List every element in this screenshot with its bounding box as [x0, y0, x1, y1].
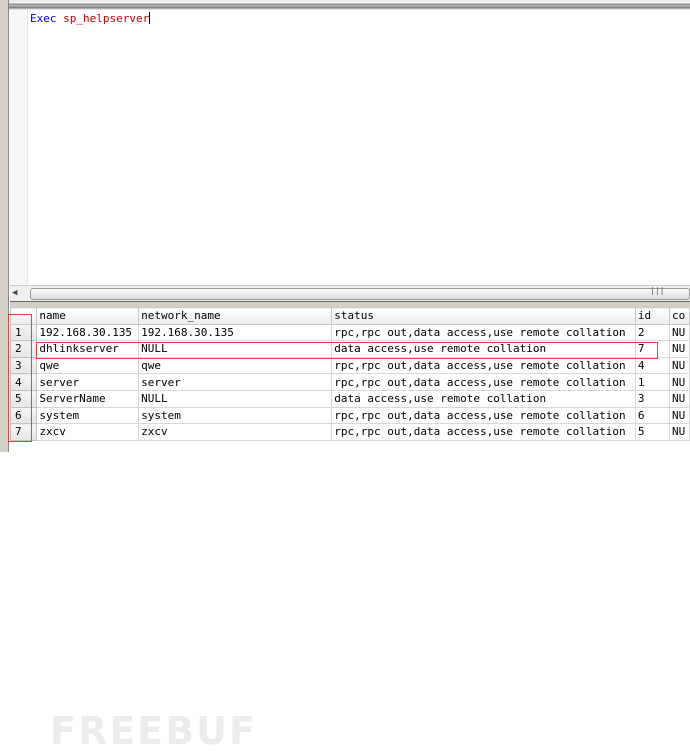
cell-status[interactable]: rpc,rpc out,data access,use remote colla…: [331, 406, 636, 425]
cell-id[interactable]: 7: [634, 340, 671, 358]
row-number[interactable]: 2: [9, 340, 38, 358]
cell-name[interactable]: server: [36, 373, 140, 391]
cell-network-name[interactable]: NULL: [138, 389, 333, 408]
watermark-logo: FREEBUF: [50, 709, 257, 753]
cell-network-name[interactable]: 192.168.30.135: [138, 323, 333, 342]
cell-name[interactable]: 192.168.30.135: [36, 323, 140, 342]
cell-network-name[interactable]: server: [138, 373, 333, 391]
horizontal-scrollbar[interactable]: ◀ |||: [10, 285, 690, 301]
cell-network-name[interactable]: system: [138, 406, 333, 425]
grip-icon: |||: [650, 286, 665, 295]
cell-co[interactable]: NU: [669, 373, 690, 391]
column-header-collation[interactable]: co: [669, 307, 690, 325]
column-header-network-name[interactable]: network_name: [138, 307, 333, 325]
cell-co[interactable]: NU: [669, 340, 690, 358]
cell-name[interactable]: ServerName: [36, 389, 140, 408]
table-row[interactable]: 2 dhlinkserver NULL data access,use remote …: [9, 340, 690, 358]
cell-network-name[interactable]: NULL: [138, 340, 333, 358]
cell-co[interactable]: NU: [669, 323, 690, 342]
cell-id[interactable]: 4: [634, 356, 671, 375]
row-number[interactable]: 5: [9, 389, 38, 408]
window-edge: [0, 0, 9, 452]
row-number[interactable]: 7: [9, 423, 38, 441]
cell-network-name[interactable]: zxcv: [138, 423, 333, 441]
scroll-left-icon[interactable]: ◀: [12, 288, 17, 298]
row-number[interactable]: 3: [9, 356, 38, 375]
column-header-name[interactable]: name: [36, 307, 140, 325]
cell-status[interactable]: data access,use remote collation: [331, 340, 636, 358]
exec-keyword: Exec: [30, 12, 57, 25]
cell-name[interactable]: dhlinkserver: [36, 340, 140, 358]
cell-status[interactable]: rpc,rpc out,data access,use remote colla…: [331, 356, 636, 375]
cell-name[interactable]: qwe: [36, 356, 140, 375]
corner-cell[interactable]: [9, 307, 38, 325]
scrollbar-thumb[interactable]: [30, 288, 690, 300]
cell-id[interactable]: 1: [634, 373, 671, 391]
cell-co[interactable]: NU: [669, 406, 690, 425]
row-number[interactable]: 1: [9, 323, 38, 342]
row-number[interactable]: 6: [9, 406, 38, 425]
cell-status[interactable]: rpc,rpc out,data access,use remote colla…: [331, 423, 636, 441]
cell-status[interactable]: rpc,rpc out,data access,use remote colla…: [331, 323, 636, 342]
cell-status[interactable]: rpc,rpc out,data access,use remote colla…: [331, 373, 636, 391]
results-grid[interactable]: name network_name status id co 1 192.168.…: [9, 307, 690, 753]
cell-id[interactable]: 2: [634, 323, 671, 342]
query-text[interactable]: Exec sp_helpserver: [30, 12, 151, 25]
editor-gutter: [10, 10, 28, 285]
cell-name[interactable]: zxcv: [36, 423, 140, 441]
header-row: name network_name status id co: [9, 307, 690, 325]
cell-co[interactable]: NU: [669, 356, 690, 375]
cell-id[interactable]: 3: [634, 389, 671, 408]
cell-id[interactable]: 6: [634, 406, 671, 425]
query-editor[interactable]: Exec sp_helpserver: [10, 10, 690, 285]
row-number[interactable]: 4: [9, 373, 38, 391]
table-row[interactable]: 4 server server rpc,rpc out,data access,use…: [9, 373, 690, 391]
table-row[interactable]: 3 qwe qwe rpc,rpc out,data access,use remot…: [9, 356, 690, 375]
cell-co[interactable]: NU: [669, 389, 690, 408]
toolbar-edge: [9, 0, 690, 10]
cell-id[interactable]: 5: [634, 423, 671, 441]
table-row[interactable]: 5 ServerName NULL data access,use remote co…: [9, 389, 690, 408]
table-row[interactable]: 1 192.168.30.135 192.168.30.135 rpc,rpc out…: [9, 323, 690, 342]
cell-network-name[interactable]: qwe: [138, 356, 333, 375]
table-row[interactable]: 6 system system rpc,rpc out,data access,use…: [9, 406, 690, 425]
text-caret: [149, 12, 151, 24]
column-header-status[interactable]: status: [331, 307, 636, 325]
cell-name[interactable]: system: [36, 406, 140, 425]
table-row[interactable]: 7 zxcv zxcv rpc,rpc out,data access,use rem…: [9, 423, 690, 441]
column-header-id[interactable]: id: [634, 307, 671, 325]
cell-co[interactable]: NU: [669, 423, 690, 441]
cell-status[interactable]: data access,use remote collation: [331, 389, 636, 408]
procedure-name: sp_helpserver: [63, 12, 150, 25]
